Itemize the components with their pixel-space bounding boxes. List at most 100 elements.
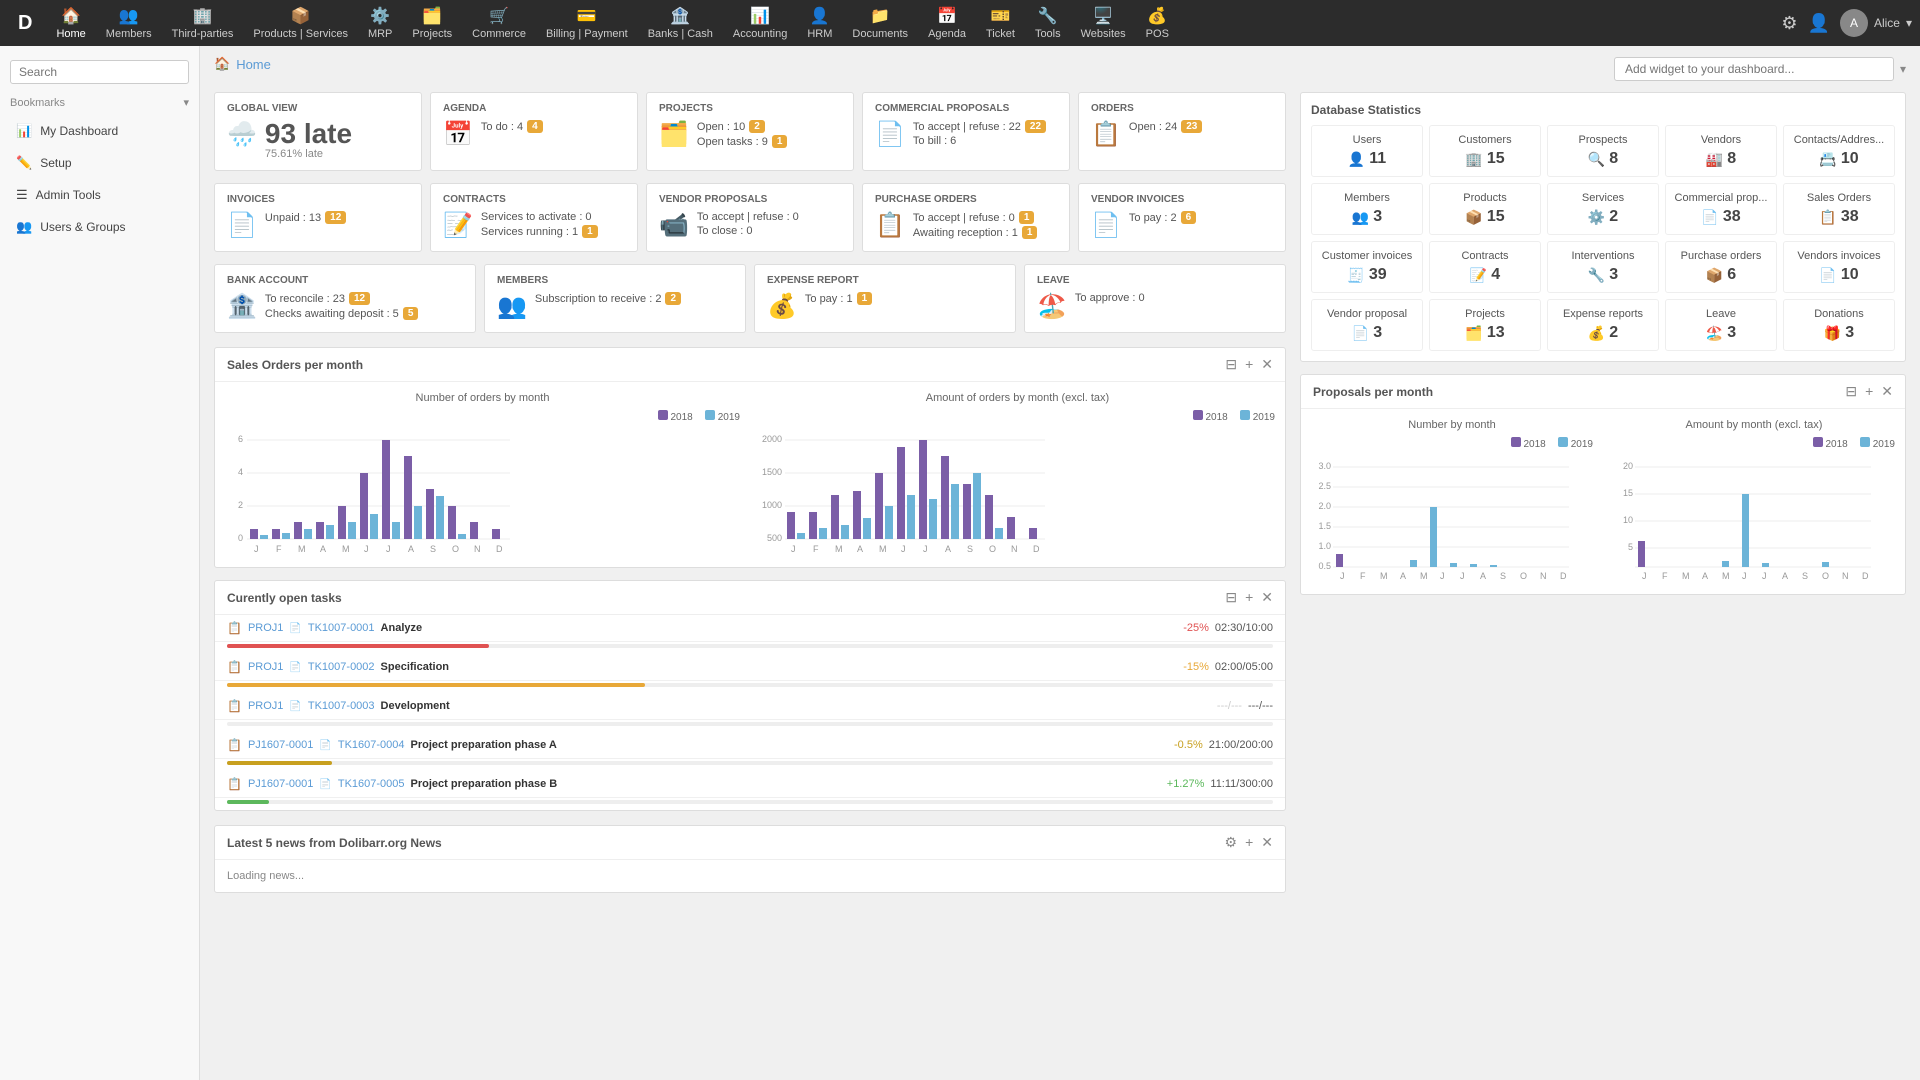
stat-cell-vendor-proposal[interactable]: Vendor proposal 📄 3 <box>1311 299 1423 351</box>
nav-item-pos[interactable]: 💰POS <box>1136 2 1179 44</box>
nav-item-commerce[interactable]: 🛒Commerce <box>462 2 536 44</box>
stat-cell-services[interactable]: Services ⚙️ 2 <box>1547 183 1659 235</box>
filter-icon[interactable]: ⊟ <box>1225 356 1237 373</box>
nav-item-billing---payment[interactable]: 💳Billing | Payment <box>536 2 638 44</box>
task-ticket-code[interactable]: TK1007-0001 <box>308 622 375 634</box>
search-input[interactable] <box>10 60 189 84</box>
card-icon-vendorproposals: 📹 <box>659 211 689 240</box>
task-name[interactable]: Project preparation phase A <box>411 739 557 751</box>
card-vendor-proposals[interactable]: VENDOR PROPOSALS 📹 To accept | refuse : … <box>646 183 854 252</box>
stat-icon: 🧾 <box>1347 267 1364 284</box>
widget-dropdown-icon[interactable]: ▾ <box>1900 62 1906 76</box>
stat-value: 📄 3 <box>1316 324 1418 342</box>
task-proj-code[interactable]: PROJ1 <box>248 661 283 673</box>
card-contracts[interactable]: CONTRACTS 📝 Services to activate : 0Serv… <box>430 183 638 252</box>
card-vendor-invoices[interactable]: VENDOR INVOICES 📄 To pay : 2 6 <box>1078 183 1286 252</box>
nav-item-third-parties[interactable]: 🏢Third-parties <box>162 2 244 44</box>
sidebar-item-users---groups[interactable]: 👥Users & Groups <box>0 211 199 243</box>
stat-cell-leave[interactable]: Leave 🏖️ 3 <box>1665 299 1777 351</box>
task-filter-icon[interactable]: ⊟ <box>1225 589 1237 606</box>
task-name[interactable]: Analyze <box>381 622 423 634</box>
task-name[interactable]: Development <box>381 700 450 712</box>
card-orders[interactable]: ORDERS 📋 Open : 24 23 <box>1078 92 1286 171</box>
stat-label: Contracts <box>1434 250 1536 262</box>
proposals-add-icon[interactable]: + <box>1865 383 1873 400</box>
task-ticket-code[interactable]: TK1007-0003 <box>308 700 375 712</box>
sidebar-item-admin-tools[interactable]: ☰Admin Tools <box>0 179 199 211</box>
card-leave[interactable]: LEAVE 🏖️ To approve : 0 <box>1024 264 1286 333</box>
stat-cell-customer-invoices[interactable]: Customer invoices 🧾 39 <box>1311 241 1423 293</box>
nav-item-projects[interactable]: 🗂️Projects <box>402 2 462 44</box>
card-global-view[interactable]: GLOBAL VIEW 🌧️ 93 late75.61% late <box>214 92 422 171</box>
card-members[interactable]: MEMBERS 👥 Subscription to receive : 2 2 <box>484 264 746 333</box>
sidebar-item-setup[interactable]: ✏️Setup <box>0 147 199 179</box>
user-dropdown-icon[interactable]: ▾ <box>1906 16 1912 30</box>
svg-text:5: 5 <box>1628 542 1633 552</box>
task-name[interactable]: Specification <box>381 661 449 673</box>
proposals-close-icon[interactable]: ✕ <box>1881 383 1893 400</box>
nav-item-products---services[interactable]: 📦Products | Services <box>243 2 358 44</box>
stat-cell-commercial-prop---[interactable]: Commercial prop... 📄 38 <box>1665 183 1777 235</box>
nav-item-agenda[interactable]: 📅Agenda <box>918 2 976 44</box>
nav-item-mrp[interactable]: ⚙️MRP <box>358 2 402 44</box>
card-expense-report[interactable]: EXPENSE REPORT 💰 To pay : 1 1 <box>754 264 1016 333</box>
card-purchase-orders[interactable]: PURCHASE ORDERS 📋 To accept | refuse : 0… <box>862 183 1070 252</box>
proposals-filter-icon[interactable]: ⊟ <box>1845 383 1857 400</box>
task-proj-code[interactable]: PJ1607-0001 <box>248 778 313 790</box>
count-chart-subtitle: Number of orders by month <box>225 392 740 404</box>
logo[interactable]: D <box>8 12 42 35</box>
breadcrumb-home[interactable]: Home <box>236 57 271 72</box>
settings-icon[interactable]: ⚙ <box>1781 13 1797 34</box>
card-bank-account[interactable]: BANK ACCOUNT 🏦 To reconcile : 23 12Check… <box>214 264 476 333</box>
news-config-icon[interactable]: ⚙ <box>1225 834 1238 851</box>
stat-cell-contracts[interactable]: Contracts 📝 4 <box>1429 241 1541 293</box>
user-menu[interactable]: A Alice ▾ <box>1840 9 1912 37</box>
card-commercial-proposals[interactable]: COMMERCIAL PROPOSALS 📄 To accept | refus… <box>862 92 1070 171</box>
widget-search-input[interactable] <box>1614 57 1894 81</box>
nav-item-ticket[interactable]: 🎫Ticket <box>976 2 1025 44</box>
nav-item-hrm[interactable]: 👤HRM <box>797 2 842 44</box>
stat-cell-projects[interactable]: Projects 🗂️ 13 <box>1429 299 1541 351</box>
add-chart-icon[interactable]: + <box>1245 356 1253 373</box>
nav-item-documents[interactable]: 📁Documents <box>842 2 918 44</box>
task-ticket-code[interactable]: TK1607-0004 <box>338 739 405 751</box>
proposals-chart-panel: Proposals per month ⊟ + ✕ Number by mont… <box>1300 374 1906 595</box>
stat-cell-members[interactable]: Members 👥 3 <box>1311 183 1423 235</box>
stat-cell-contacts-addres---[interactable]: Contacts/Addres... 📇 10 <box>1783 125 1895 177</box>
user-switch-icon[interactable]: 👤 <box>1808 13 1830 34</box>
task-proj-code[interactable]: PROJ1 <box>248 700 283 712</box>
task-proj-code[interactable]: PROJ1 <box>248 622 283 634</box>
stat-cell-products[interactable]: Products 📦 15 <box>1429 183 1541 235</box>
bookmarks-section[interactable]: Bookmarks ▾ <box>0 90 199 115</box>
stat-cell-expense-reports[interactable]: Expense reports 💰 2 <box>1547 299 1659 351</box>
stat-cell-vendors[interactable]: Vendors 🏭 8 <box>1665 125 1777 177</box>
stat-cell-users[interactable]: Users 👤 11 <box>1311 125 1423 177</box>
news-add-icon[interactable]: + <box>1245 834 1253 851</box>
card-invoices[interactable]: INVOICES 📄 Unpaid : 13 12 <box>214 183 422 252</box>
stat-cell-prospects[interactable]: Prospects 🔍 8 <box>1547 125 1659 177</box>
stat-cell-customers[interactable]: Customers 🏢 15 <box>1429 125 1541 177</box>
stat-cell-vendors-invoices[interactable]: Vendors invoices 📄 10 <box>1783 241 1895 293</box>
card-projects[interactable]: PROJECTS 🗂️ Open : 10 2Open tasks : 9 1 <box>646 92 854 171</box>
task-time: 11:11/300:00 <box>1210 778 1273 790</box>
task-add-icon[interactable]: + <box>1245 589 1253 606</box>
stat-cell-interventions[interactable]: Interventions 🔧 3 <box>1547 241 1659 293</box>
nav-item-tools[interactable]: 🔧Tools <box>1025 2 1071 44</box>
task-ticket-code[interactable]: TK1007-0002 <box>308 661 375 673</box>
nav-item-banks---cash[interactable]: 🏦Banks | Cash <box>638 2 723 44</box>
task-ticket-code[interactable]: TK1607-0005 <box>338 778 405 790</box>
nav-item-websites[interactable]: 🖥️Websites <box>1071 2 1136 44</box>
task-close-icon[interactable]: ✕ <box>1261 589 1273 606</box>
stat-cell-sales-orders[interactable]: Sales Orders 📋 38 <box>1783 183 1895 235</box>
close-chart-icon[interactable]: ✕ <box>1261 356 1273 373</box>
task-proj-code[interactable]: PJ1607-0001 <box>248 739 313 751</box>
sidebar-item-my-dashboard[interactable]: 📊My Dashboard <box>0 115 199 147</box>
nav-item-members[interactable]: 👥Members <box>96 2 162 44</box>
nav-item-home[interactable]: 🏠Home <box>46 2 95 44</box>
task-name[interactable]: Project preparation phase B <box>411 778 558 790</box>
stat-cell-purchase-orders[interactable]: Purchase orders 📦 6 <box>1665 241 1777 293</box>
news-close-icon[interactable]: ✕ <box>1261 834 1273 851</box>
nav-item-accounting[interactable]: 📊Accounting <box>723 2 797 44</box>
card-agenda[interactable]: AGENDA 📅 To do : 4 4 <box>430 92 638 171</box>
stat-cell-donations[interactable]: Donations 🎁 3 <box>1783 299 1895 351</box>
